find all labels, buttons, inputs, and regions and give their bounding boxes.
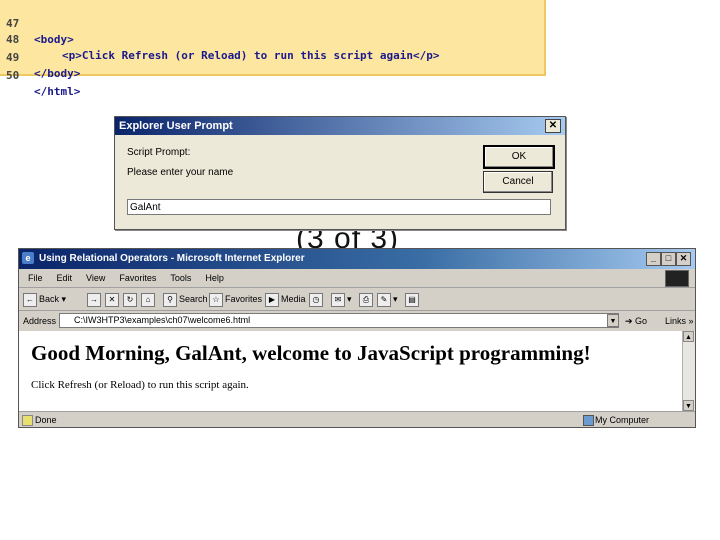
code-line: 49 </body>	[0, 34, 540, 80]
ok-button[interactable]: OK	[483, 145, 555, 169]
windows-logo-icon	[665, 270, 689, 287]
computer-icon	[583, 415, 594, 426]
refresh-icon[interactable]: ↻	[123, 288, 139, 310]
star-icon: ☆	[209, 292, 223, 307]
mail-icon[interactable]: ✉ ▾	[331, 288, 352, 310]
close-icon[interactable]: ✕	[676, 252, 691, 266]
browser-titlebar[interactable]: e Using Relational Operators - Microsoft…	[19, 249, 695, 269]
menu-tools[interactable]: Tools	[170, 273, 191, 283]
links-button[interactable]: Links »	[665, 311, 694, 331]
media-label: Media	[281, 294, 306, 304]
code-listing: 47 <body> 48 <p>Click Refresh (or Reload…	[0, 0, 546, 98]
menu-favorites[interactable]: Favorites	[119, 273, 156, 283]
menu-file[interactable]: File	[28, 273, 43, 283]
ie-icon: e	[22, 252, 34, 264]
edit-icon[interactable]: ✎ ▾	[377, 288, 398, 310]
menu-help[interactable]: Help	[205, 273, 224, 283]
scroll-down-icon[interactable]: ▼	[683, 400, 694, 411]
discuss-icon[interactable]: ▤	[405, 288, 421, 310]
maximize-icon[interactable]: □	[661, 252, 676, 266]
history-icon[interactable]: ◷	[309, 288, 325, 310]
search-button[interactable]: ⚲ Search	[163, 288, 208, 310]
page-icon	[22, 415, 33, 426]
home-icon[interactable]: ⌂	[141, 288, 157, 310]
media-icon: ▶	[265, 292, 279, 307]
line-number: 50	[6, 69, 20, 82]
script-prompt-label: Script Prompt:	[127, 147, 191, 158]
code-text: </html>	[34, 85, 81, 98]
dialog-title: Explorer User Prompt	[119, 120, 233, 132]
forward-icon[interactable]: →	[87, 288, 103, 310]
status-bar: Done My Computer	[19, 411, 695, 428]
search-icon: ⚲	[163, 292, 177, 307]
toolbar: ← Back ▾ → ✕ ↻ ⌂ ⚲ Search ☆ Favorites ▶ Medi…	[19, 288, 695, 311]
browser-window: e Using Relational Operators - Microsoft…	[18, 248, 696, 428]
prompt-message: Please enter your name	[127, 167, 234, 178]
chevron-down-icon[interactable]: ▼	[607, 314, 619, 327]
code-line: 48 <p>Click Refresh (or Reload) to run t…	[0, 16, 540, 62]
page-content: Good Morning, GalAnt, welcome to JavaScr…	[19, 331, 683, 411]
search-label: Search	[179, 294, 208, 304]
status-text: Done	[35, 415, 57, 425]
page-heading: Good Morning, GalAnt, welcome to JavaScr…	[31, 341, 591, 365]
address-bar: Address C:\IW3HTP3\examples\ch07\welcome…	[19, 311, 695, 332]
address-label: Address	[23, 316, 57, 326]
go-button[interactable]: ➔ Go	[625, 311, 647, 331]
scroll-up-icon[interactable]: ▲	[683, 331, 694, 342]
close-icon[interactable]: ✕	[545, 119, 561, 133]
media-button[interactable]: ▶ Media	[265, 288, 306, 310]
favorites-button[interactable]: ☆ Favorites	[209, 288, 262, 310]
links-label: Links	[665, 316, 687, 326]
menu-edit[interactable]: Edit	[57, 273, 73, 283]
page-paragraph: Click Refresh (or Reload) to run this sc…	[31, 379, 249, 391]
prompt-dialog: Explorer User Prompt ✕ Script Prompt: Pl…	[114, 116, 566, 230]
security-zone: My Computer	[595, 415, 650, 425]
print-icon[interactable]: ⎙	[359, 288, 375, 310]
menu-view[interactable]: View	[86, 273, 105, 283]
minimize-icon[interactable]: _	[646, 252, 661, 266]
back-arrow-icon: ←	[23, 292, 37, 307]
cancel-button[interactable]: Cancel	[483, 171, 553, 193]
favorites-label: Favorites	[225, 294, 263, 304]
address-input[interactable]: C:\IW3HTP3\examples\ch07\welcome6.html	[59, 313, 619, 328]
browser-title: Using Relational Operators - Microsoft I…	[39, 253, 305, 264]
dialog-titlebar[interactable]: Explorer User Prompt ✕	[115, 117, 565, 135]
code-line: 47 <body>	[0, 0, 540, 46]
go-label: Go	[635, 316, 648, 326]
name-input[interactable]: GalAnt	[127, 199, 551, 215]
code-line: 50 </html>	[0, 52, 540, 98]
vertical-scrollbar[interactable]: ▲ ▼	[682, 331, 695, 411]
menu-bar: File Edit View Favorites Tools Help	[19, 269, 695, 288]
back-label: Back	[39, 294, 60, 304]
code-text: </body>	[34, 67, 81, 80]
back-button[interactable]: ← Back ▾	[23, 288, 66, 310]
stop-icon[interactable]: ✕	[105, 288, 121, 310]
